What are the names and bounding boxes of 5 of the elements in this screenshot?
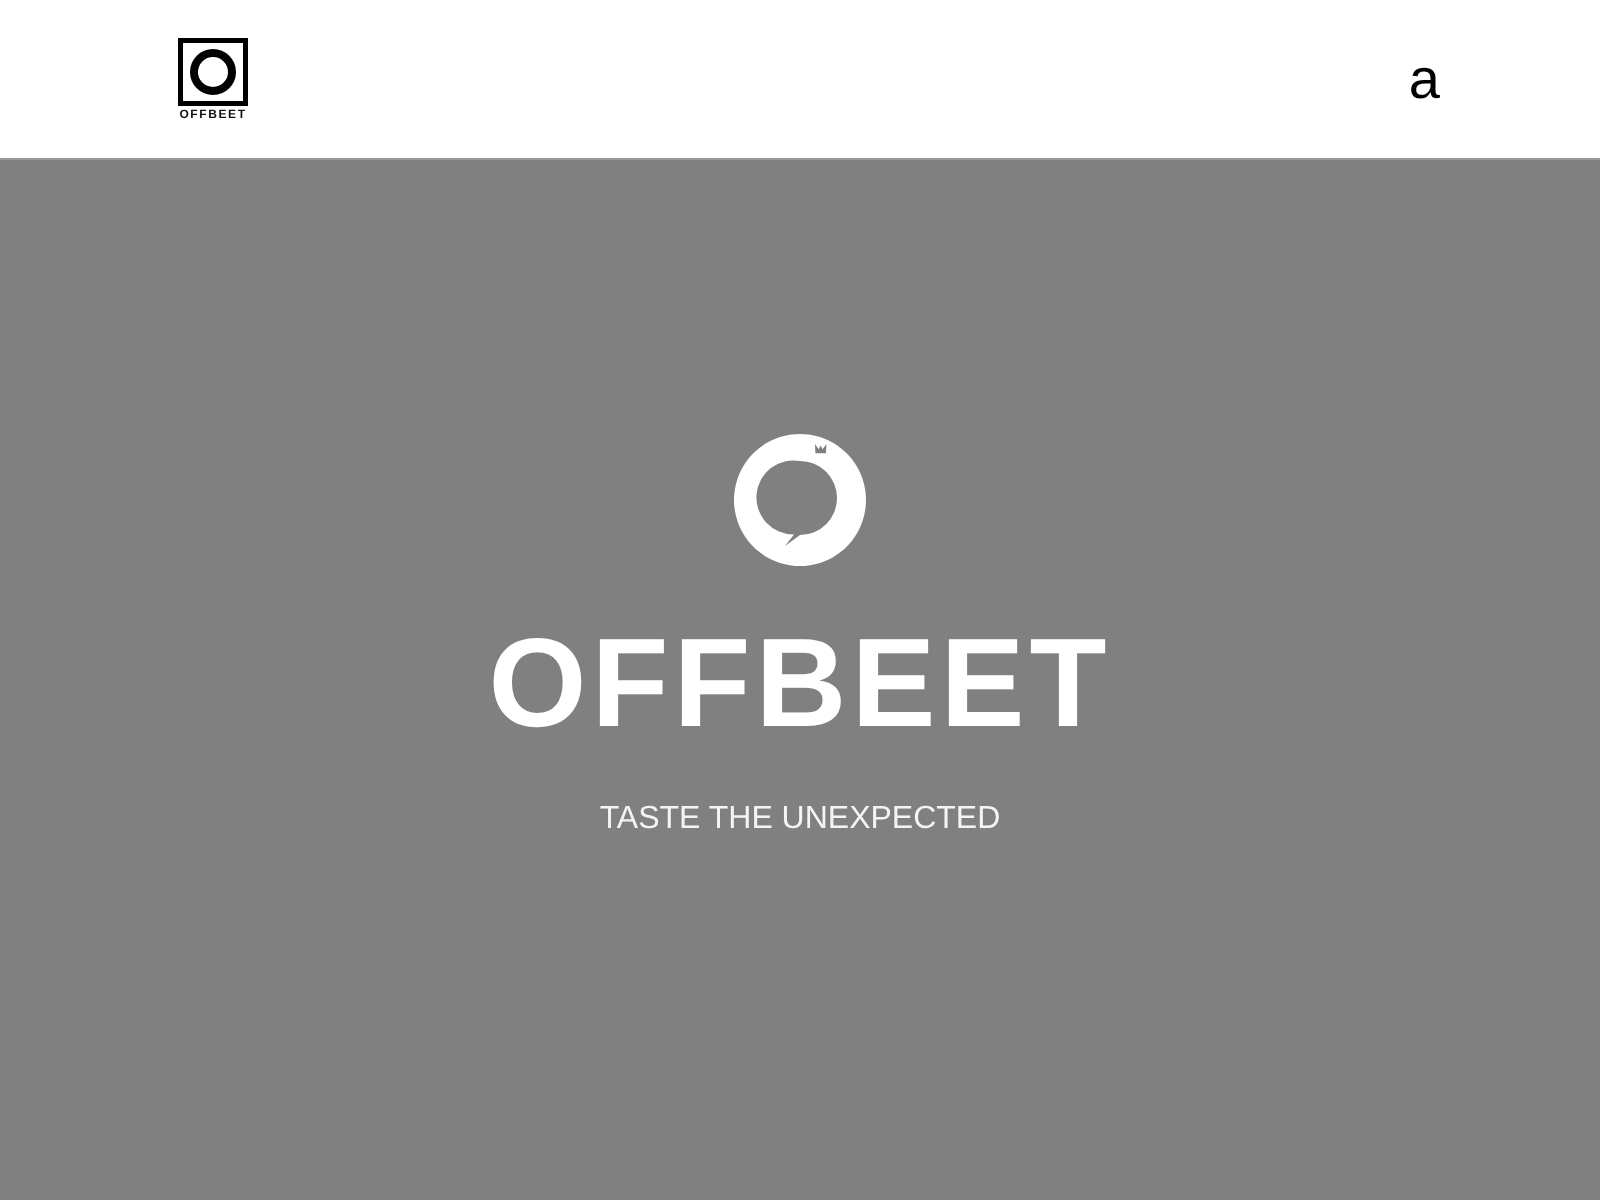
- logo-icon: [178, 37, 248, 105]
- hero-title: OFFBEET: [488, 622, 1112, 748]
- hero-tagline: TASTE THE UNEXPECTED: [599, 804, 1001, 836]
- ring-logo-icon: [734, 434, 866, 566]
- menu-button[interactable]: a: [1408, 51, 1440, 107]
